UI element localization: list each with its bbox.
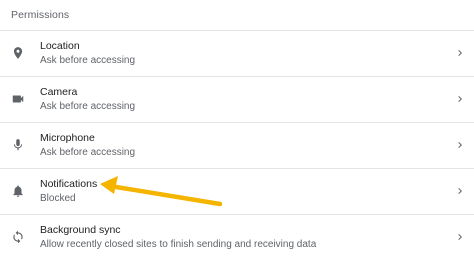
permission-row-camera[interactable]: Camera Ask before accessing [0, 76, 474, 122]
camera-icon [11, 92, 25, 106]
microphone-icon [11, 138, 25, 152]
permission-row-microphone[interactable]: Microphone Ask before accessing [0, 122, 474, 168]
sync-icon [11, 230, 25, 244]
permission-row-location[interactable]: Location Ask before accessing [0, 30, 474, 76]
permission-status: Blocked [40, 193, 76, 204]
chevron-right-icon [454, 184, 466, 198]
permission-status: Ask before accessing [40, 101, 136, 112]
permission-row-background-sync[interactable]: Background sync Allow recently closed si… [0, 214, 474, 260]
permissions-list: Location Ask before accessing Camera Ask… [0, 30, 474, 260]
permission-label: Notifications [40, 178, 98, 190]
permission-row-notifications[interactable]: Notifications Blocked [0, 168, 474, 214]
permission-label: Location [40, 40, 80, 52]
permission-label: Microphone [40, 132, 95, 144]
bell-icon [11, 184, 25, 198]
chevron-right-icon [454, 46, 466, 60]
permissions-page: Permissions Location Ask before accessin… [0, 0, 474, 267]
permission-status: Ask before accessing [40, 55, 136, 66]
permission-label: Background sync [40, 224, 121, 236]
chevron-right-icon [454, 230, 466, 244]
chevron-right-icon [454, 138, 466, 152]
permission-status: Allow recently closed sites to finish se… [40, 239, 317, 250]
location-pin-icon [11, 46, 25, 60]
permission-status: Ask before accessing [40, 147, 136, 158]
permission-label: Camera [40, 86, 78, 98]
permissions-section-title: Permissions [11, 9, 70, 21]
chevron-right-icon [454, 92, 466, 106]
